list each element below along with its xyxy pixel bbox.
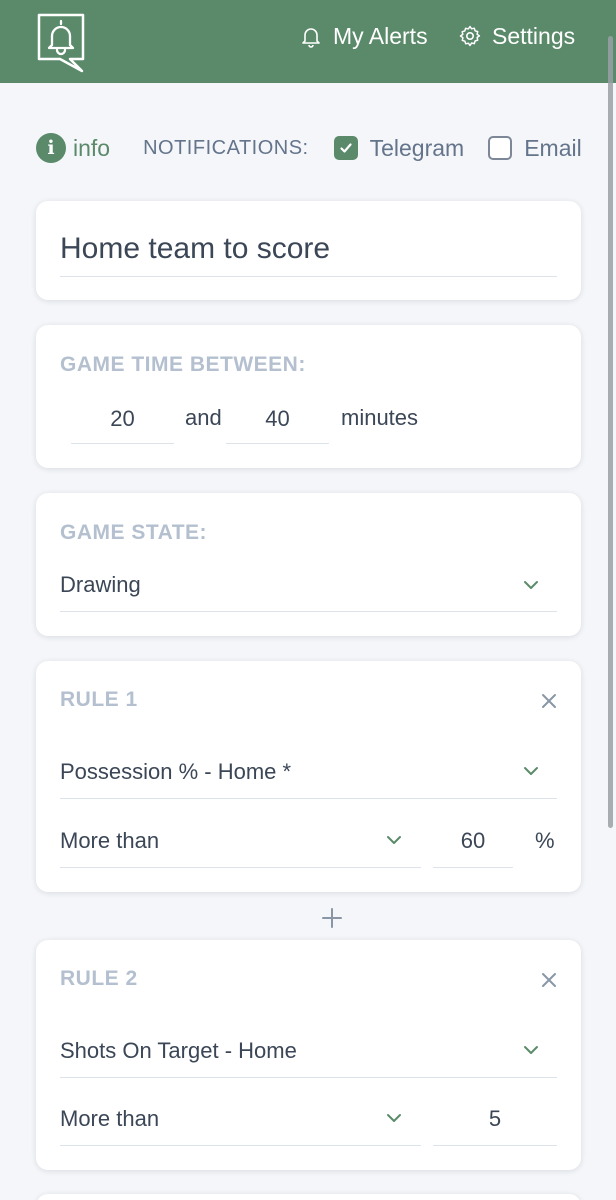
notifications-bar: i info NOTIFICATIONS: Telegram Email (36, 128, 584, 168)
email-label: Email (524, 134, 582, 161)
settings-link[interactable]: Settings (458, 20, 575, 52)
info-link[interactable]: info (73, 135, 110, 162)
game-state-card: GAME STATE: Drawing (36, 493, 581, 636)
game-time-label: GAME TIME BETWEEN: (60, 353, 306, 376)
email-checkbox[interactable] (488, 136, 513, 160)
email-toggle[interactable]: Email (488, 135, 582, 162)
next-card (36, 1194, 581, 1200)
app-header: My Alerts Settings (0, 0, 616, 83)
rule-stat-select[interactable]: Possession % - Home * (60, 745, 557, 799)
alert-name-card: Home team to score (36, 201, 581, 300)
game-time-card: GAME TIME BETWEEN: 20 and 40 minutes (36, 325, 581, 468)
telegram-checkbox[interactable] (333, 136, 358, 160)
game-state-label: GAME STATE: (60, 521, 208, 544)
rule-stat-select[interactable]: Shots On Target - Home (60, 1024, 557, 1078)
chevron-down-icon[interactable] (522, 765, 540, 777)
rule-comparator-value: More than (60, 827, 160, 853)
notifications-label: NOTIFICATIONS: (143, 136, 309, 159)
my-alerts-label: My Alerts (333, 22, 428, 49)
rule-value: 5 (488, 1105, 502, 1131)
chevron-down-icon[interactable] (522, 579, 540, 591)
bell-chat-logo-icon[interactable] (36, 12, 86, 74)
minutes-label: minutes (341, 405, 419, 430)
game-state-value: Drawing (60, 572, 141, 597)
telegram-toggle[interactable]: Telegram (333, 134, 465, 162)
rule-comparator-select[interactable]: More than (60, 814, 421, 868)
rule-card: RULE 1 Possession % - Home * More than 6… (36, 661, 581, 892)
rule-comparator-value: More than (60, 1105, 160, 1131)
gear-icon (459, 25, 481, 47)
my-alerts-link[interactable]: My Alerts (299, 20, 428, 52)
chevron-down-icon[interactable] (385, 834, 403, 846)
rule-stat-value: Possession % - Home * (60, 758, 292, 784)
checkmark-icon (340, 143, 352, 153)
rule-label: RULE 1 (60, 688, 138, 711)
page-scrollbar[interactable] (608, 36, 613, 828)
game-state-select[interactable]: Drawing (60, 559, 557, 612)
telegram-label: Telegram (369, 134, 465, 161)
rule-stat-value: Shots On Target - Home (60, 1037, 297, 1063)
game-time-to-value: 40 (265, 406, 290, 431)
rule-value-input[interactable]: 60 (433, 814, 513, 868)
remove-rule-close-icon[interactable] (540, 971, 558, 989)
rule-card: RULE 2 Shots On Target - Home More than … (36, 940, 581, 1170)
info-icon[interactable]: i (36, 133, 66, 163)
add-rule-plus-icon[interactable] (319, 905, 345, 931)
rule-label: RULE 2 (60, 967, 138, 990)
alert-name-input[interactable]: Home team to score (60, 221, 557, 277)
chevron-down-icon[interactable] (385, 1112, 403, 1124)
alert-name-value: Home team to score (60, 231, 331, 265)
bell-icon (302, 28, 320, 48)
rule-comparator-select[interactable]: More than (60, 1092, 421, 1146)
rule-value-input[interactable]: 5 (433, 1092, 557, 1146)
remove-rule-close-icon[interactable] (540, 692, 558, 710)
percent-unit-label: % (535, 828, 555, 853)
game-time-to-input[interactable]: 40 (226, 395, 329, 444)
rule-value: 60 (460, 827, 486, 853)
game-time-from-input[interactable]: 20 (71, 395, 174, 444)
game-time-from-value: 20 (110, 406, 135, 431)
settings-label: Settings (492, 22, 576, 49)
chevron-down-icon[interactable] (522, 1044, 540, 1056)
and-label: and (185, 405, 222, 430)
